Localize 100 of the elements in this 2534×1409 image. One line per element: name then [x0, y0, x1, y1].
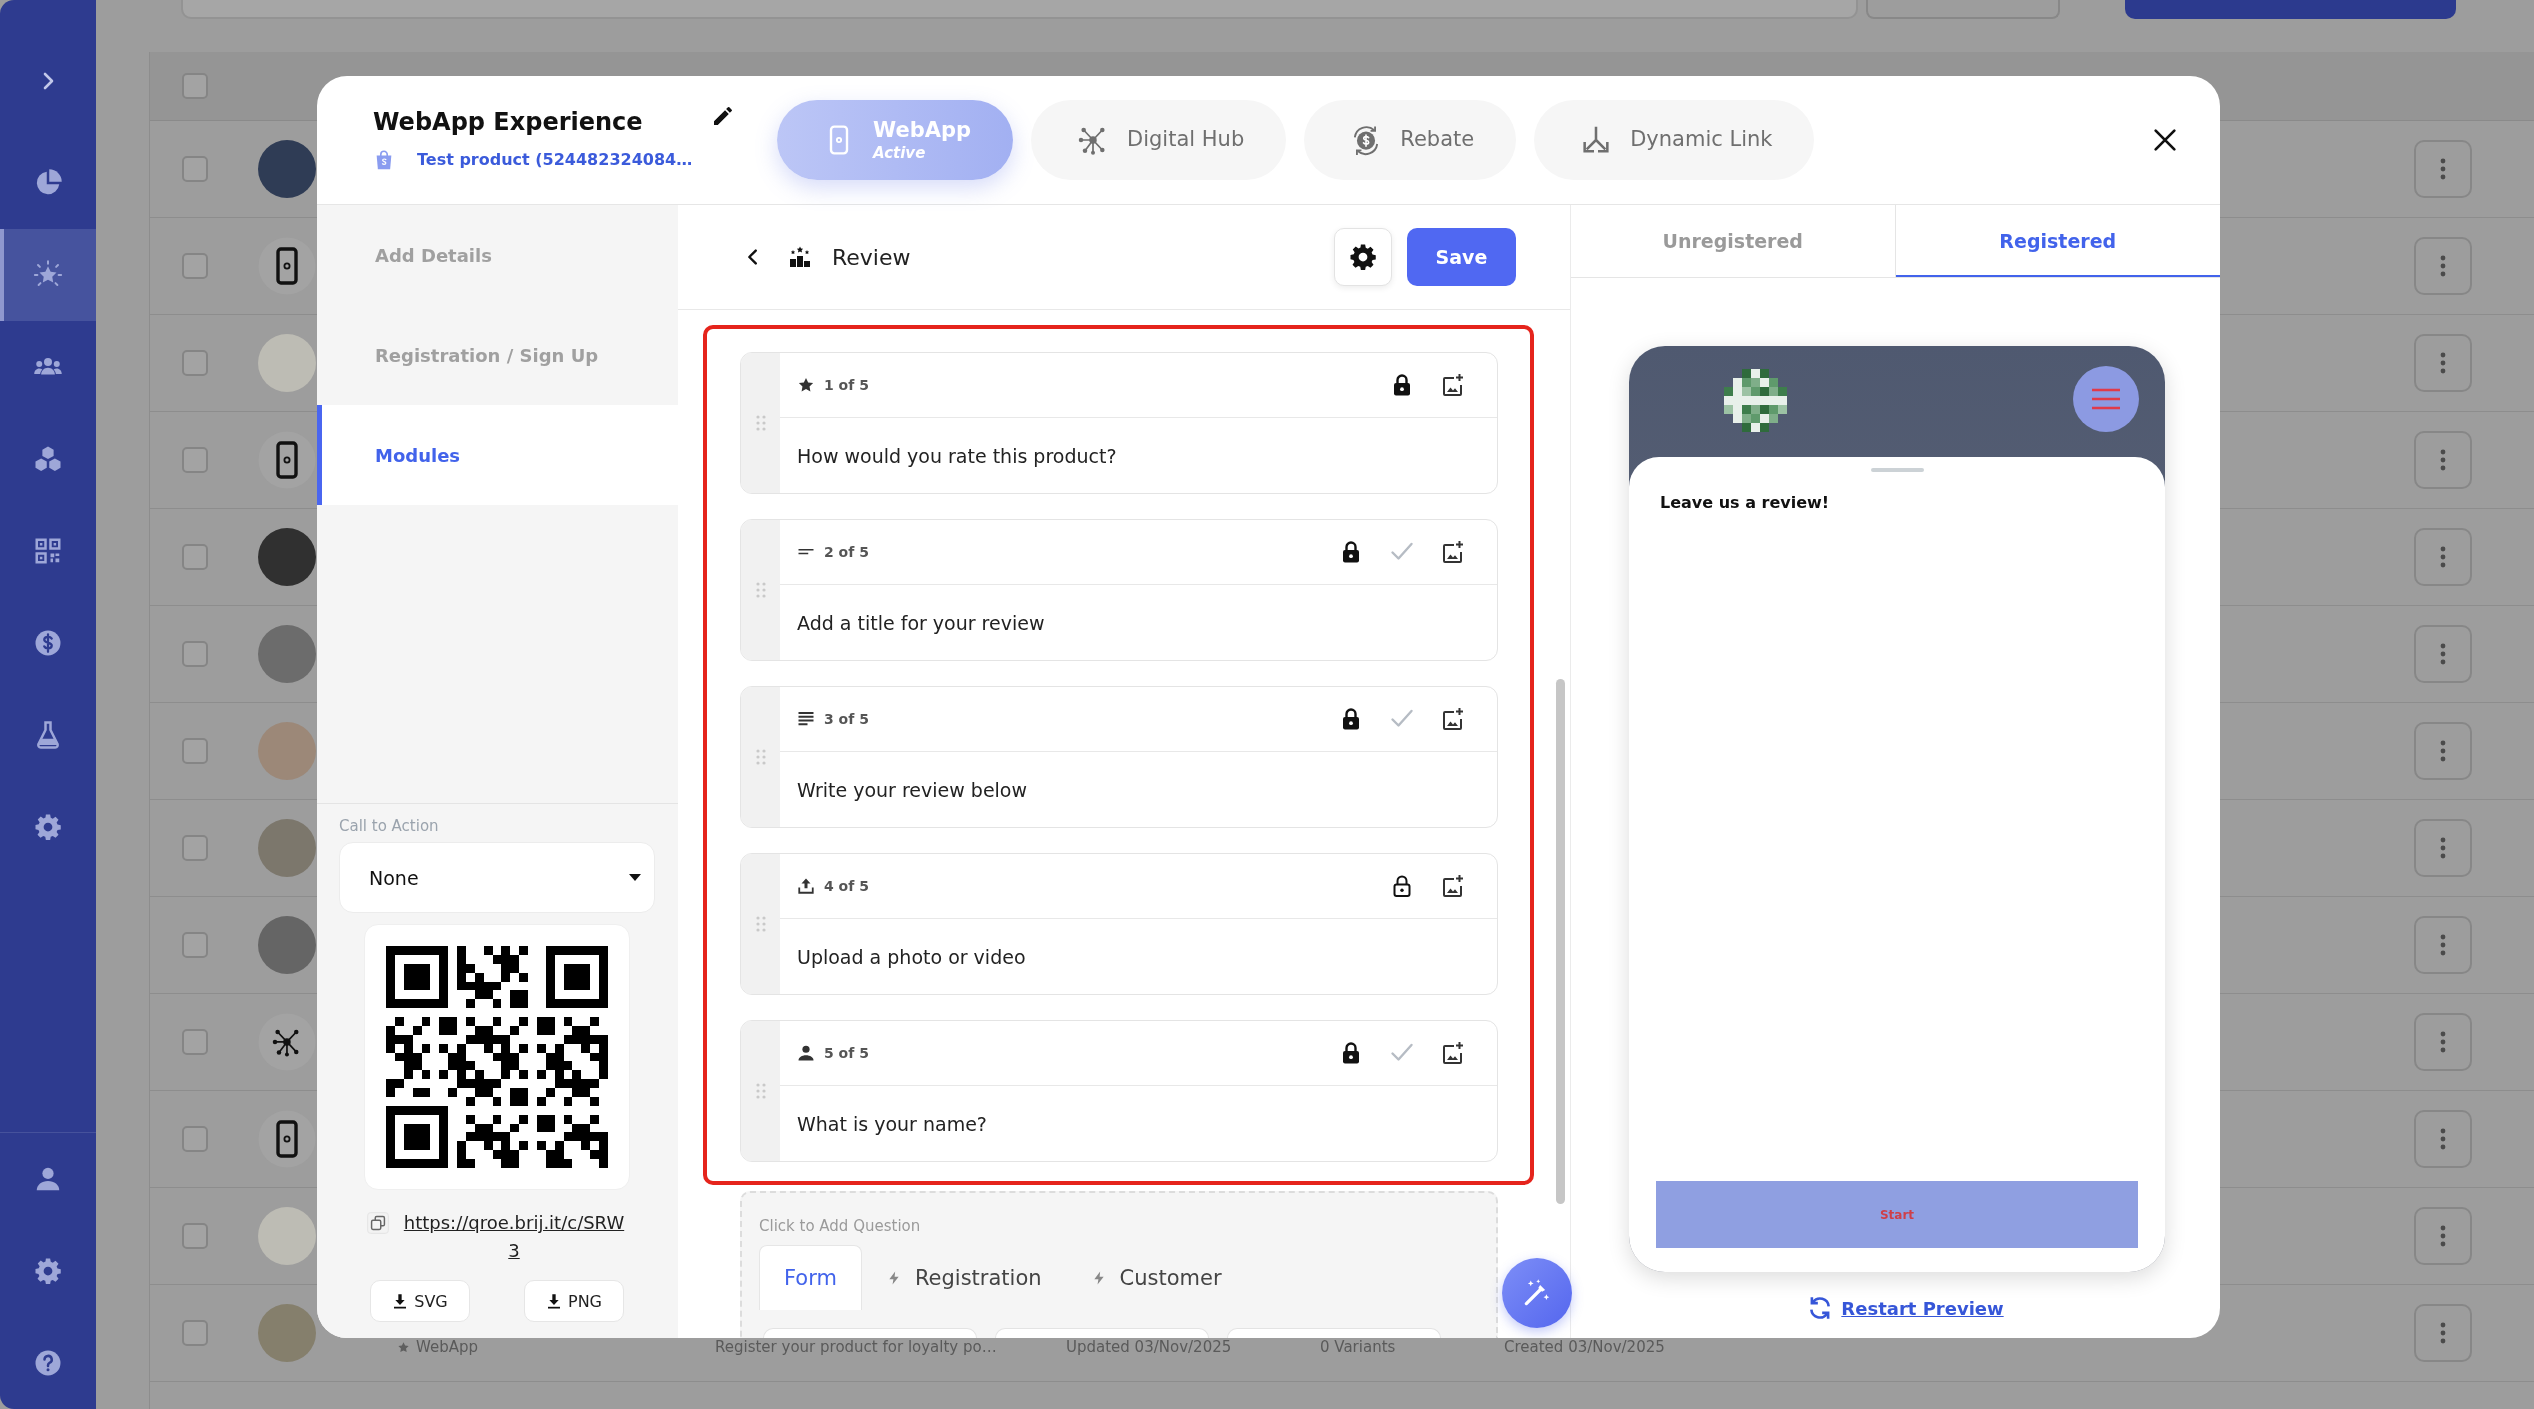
- more-button[interactable]: [2414, 1207, 2472, 1265]
- more-button[interactable]: [2414, 916, 2472, 974]
- drag-handle[interactable]: [741, 353, 780, 493]
- more-button[interactable]: [2414, 528, 2472, 586]
- photo-placeholder: [258, 528, 316, 586]
- table-cell: WebApp: [416, 1338, 478, 1356]
- row-checkbox[interactable]: [182, 738, 208, 764]
- more-vertical-icon: [2440, 739, 2446, 763]
- question-source-tab[interactable]: Customer: [1066, 1245, 1247, 1310]
- more-button[interactable]: [2414, 819, 2472, 877]
- download-button[interactable]: PNG: [524, 1280, 624, 1322]
- more-button[interactable]: [2414, 1304, 2472, 1362]
- question-source-tab[interactable]: Form: [759, 1245, 862, 1310]
- table-cell-text: Updated 03/Nov/2025: [1066, 1338, 1233, 1356]
- settings-button[interactable]: [1334, 228, 1392, 286]
- add-image-icon[interactable]: [1441, 707, 1465, 731]
- sidebar-item[interactable]: [0, 229, 96, 321]
- row-checkbox[interactable]: [182, 932, 208, 958]
- row-checkbox[interactable]: [182, 1223, 208, 1249]
- question-number: 2 of 5: [824, 544, 869, 560]
- row-checkbox[interactable]: [182, 1320, 208, 1346]
- grip-dots-icon: [755, 1083, 766, 1099]
- question-card[interactable]: 5 of 5 What is your name?: [740, 1020, 1498, 1162]
- table-cell-text: Created 03/Nov/2025: [1504, 1338, 1666, 1356]
- preview-heading: Leave us a review!: [1659, 493, 1831, 512]
- select-all-checkbox[interactable]: [182, 73, 208, 99]
- product-link[interactable]: Test product (524482324084…: [417, 149, 693, 171]
- dollar-coin-icon: [33, 628, 63, 658]
- question-card[interactable]: 3 of 5 Write your review below: [740, 686, 1498, 828]
- more-button[interactable]: [2414, 1110, 2472, 1168]
- add-image-icon[interactable]: [1441, 373, 1465, 397]
- download-icon: [546, 1293, 562, 1309]
- more-button[interactable]: [2414, 1013, 2472, 1071]
- scrollbar[interactable]: [1556, 679, 1565, 1204]
- question-number: 3 of 5: [824, 711, 869, 727]
- question-text: Write your review below: [796, 777, 1029, 803]
- add-image-icon[interactable]: [1441, 874, 1465, 898]
- question-option-card[interactable]: [995, 1328, 1209, 1338]
- person-icon: [797, 1044, 815, 1062]
- cubes-icon: [33, 444, 63, 474]
- copy-icon[interactable]: [366, 1212, 389, 1234]
- more-vertical-icon: [2440, 254, 2446, 278]
- field-label: Call to Action: [339, 816, 440, 836]
- photo-placeholder: [258, 140, 316, 198]
- channel-tab[interactable]: Digital Hub: [1031, 100, 1287, 180]
- question-option-card[interactable]: [763, 1328, 977, 1338]
- more-button[interactable]: [2414, 140, 2472, 198]
- row-checkbox[interactable]: [182, 1126, 208, 1152]
- question-card[interactable]: 2 of 5 Add a title for your review: [740, 519, 1498, 661]
- more-button[interactable]: [2414, 237, 2472, 295]
- more-button[interactable]: [2414, 431, 2472, 489]
- drag-handle[interactable]: [741, 520, 780, 660]
- question-source-tab[interactable]: Registration: [861, 1245, 1067, 1310]
- phone-icon: [258, 431, 316, 489]
- row-checkbox[interactable]: [182, 253, 208, 279]
- magic-wand-button[interactable]: [1502, 1258, 1572, 1328]
- more-vertical-icon: [2440, 351, 2446, 375]
- row-checkbox[interactable]: [182, 1029, 208, 1055]
- call-to-action-select[interactable]: None: [339, 842, 655, 913]
- question-number: 4 of 5: [824, 878, 869, 894]
- row-checkbox[interactable]: [182, 835, 208, 861]
- add-image-icon[interactable]: [1441, 1041, 1465, 1065]
- edit-icon[interactable]: [711, 104, 735, 128]
- more-vertical-icon: [2440, 448, 2446, 472]
- question-card[interactable]: 1 of 5 How would you rate this product?: [740, 352, 1498, 494]
- hub-icon: [258, 1013, 316, 1071]
- restart-preview-link[interactable]: Restart Preview: [1807, 1295, 2004, 1321]
- more-button[interactable]: [2414, 722, 2472, 780]
- qr-link[interactable]: https://qroe.brij.it/c/SRW3: [400, 1209, 628, 1265]
- channel-tab[interactable]: Dynamic Link: [1534, 100, 1815, 180]
- qr-code-icon: [33, 536, 63, 566]
- module-title: Review: [832, 244, 911, 270]
- settings-icon: [33, 1256, 63, 1286]
- add-image-icon[interactable]: [1441, 540, 1465, 564]
- sheet-handle[interactable]: [1870, 468, 1924, 472]
- more-button[interactable]: [2414, 625, 2472, 683]
- more-vertical-icon: [2440, 1030, 2446, 1054]
- drag-handle[interactable]: [741, 854, 780, 994]
- save-button[interactable]: Save: [1407, 228, 1516, 286]
- question-option-card[interactable]: [1227, 1328, 1441, 1338]
- channel-tab[interactable]: Rebate: [1304, 100, 1517, 180]
- primary-button[interactable]: [2125, 0, 2456, 19]
- drag-handle[interactable]: [741, 687, 780, 827]
- row-checkbox[interactable]: [182, 641, 208, 667]
- question-card[interactable]: 4 of 5 Upload a photo or video: [740, 853, 1498, 995]
- row-checkbox[interactable]: [182, 447, 208, 473]
- download-button[interactable]: SVG: [370, 1280, 470, 1322]
- grip-dots-icon: [755, 415, 766, 431]
- caret-down-icon: [629, 874, 641, 881]
- nav-item[interactable]: Modules: [317, 405, 678, 505]
- download-icon: [392, 1293, 409, 1309]
- row-checkbox[interactable]: [182, 350, 208, 376]
- more-vertical-icon: [2440, 836, 2446, 860]
- phone-icon: [258, 237, 316, 295]
- unlock-icon[interactable]: [1390, 874, 1414, 898]
- more-button[interactable]: [2414, 334, 2472, 392]
- question-text: Add a title for your review: [796, 610, 1046, 636]
- row-checkbox[interactable]: [182, 544, 208, 570]
- row-checkbox[interactable]: [182, 156, 208, 182]
- drag-handle[interactable]: [741, 1021, 780, 1161]
